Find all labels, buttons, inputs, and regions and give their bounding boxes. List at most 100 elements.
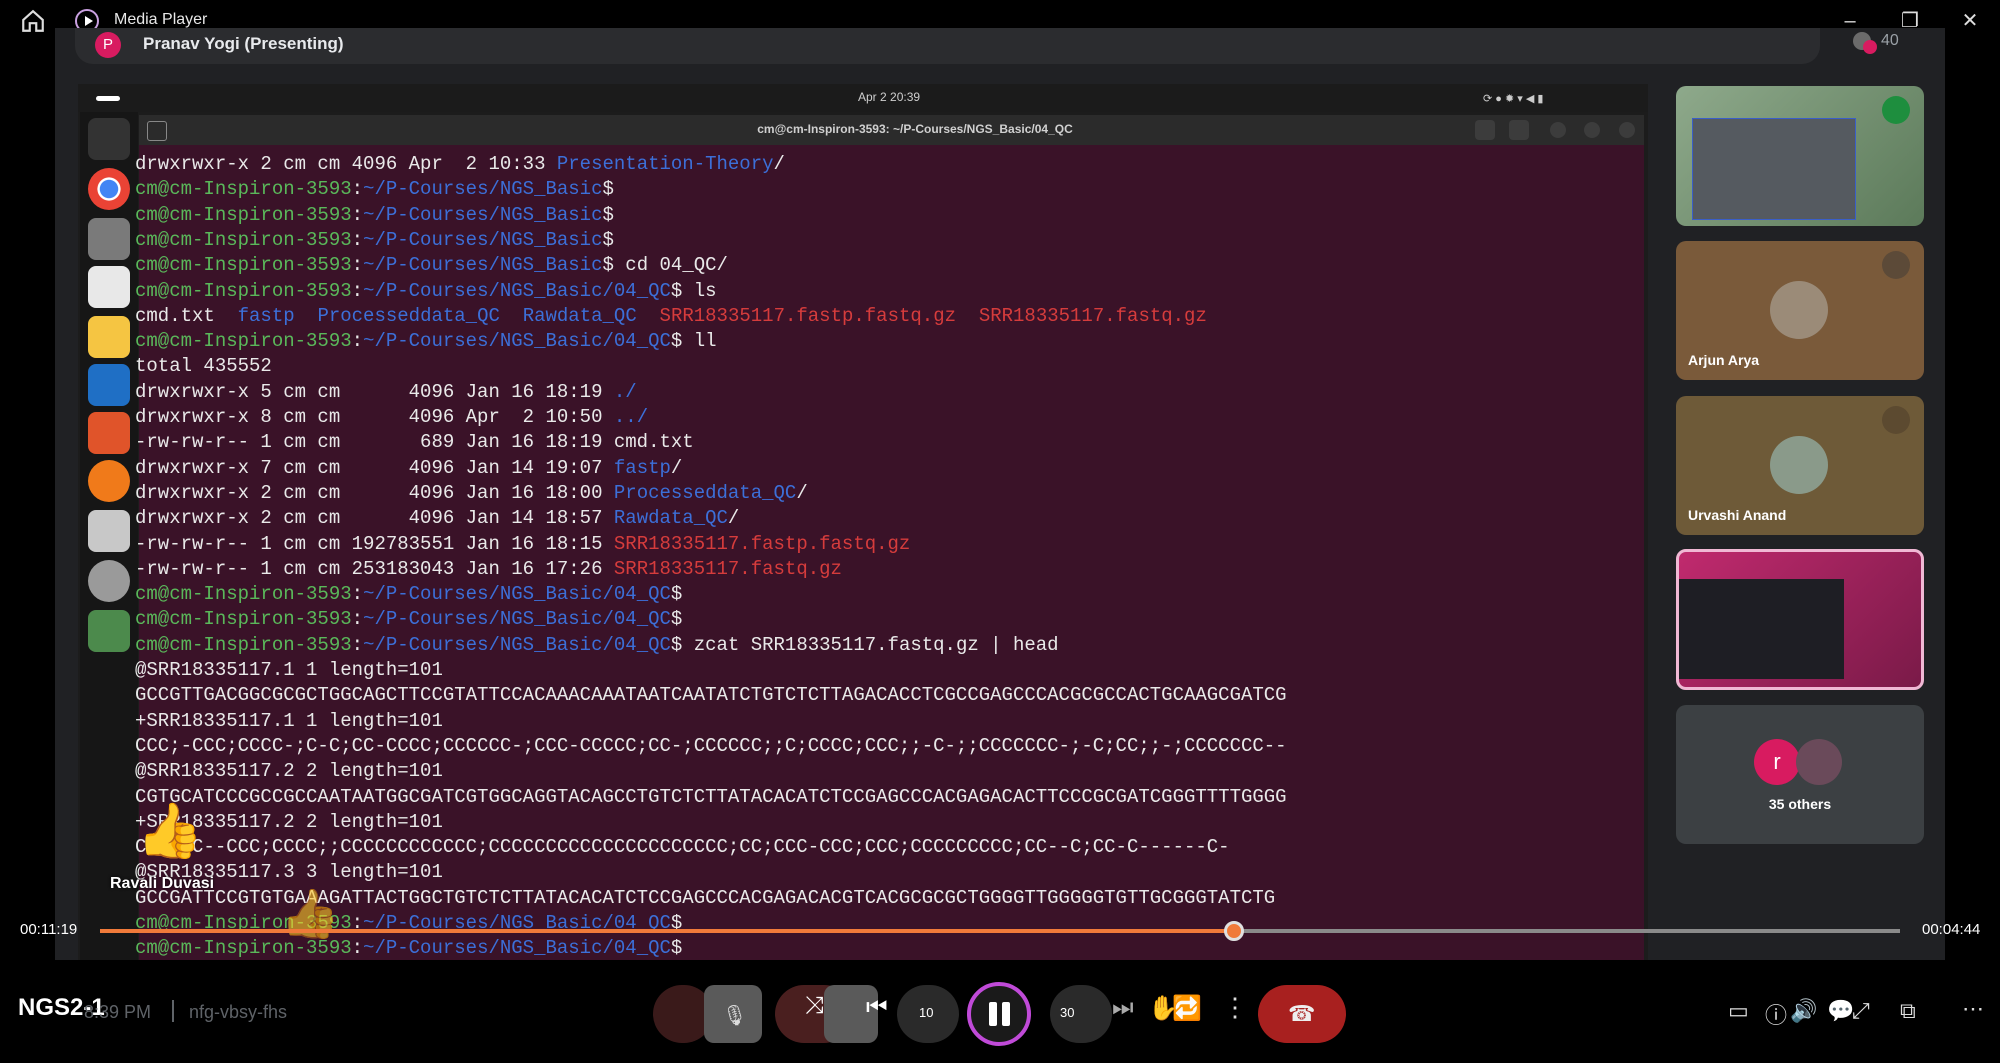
terminal-line: cm@cm-Inspiron-3593:~/P-Courses/NGS_Basi… <box>135 228 614 253</box>
repeat-off-icon[interactable]: 🔁 <box>1172 994 1202 1023</box>
terminal-line: drwxrwxr-x 8 cm cm 4096 Apr 2 10:50 ../ <box>135 405 648 430</box>
participant-tile[interactable]: Urvashi Anand <box>1676 396 1924 535</box>
terminal-text: : <box>351 254 364 277</box>
skip-back-button[interactable]: 10 <box>897 985 959 1043</box>
video-feed <box>1692 118 1856 220</box>
fullscreen-icon[interactable]: ⤢ <box>1852 998 1870 1024</box>
captions-icon[interactable]: ▭ <box>1728 998 1749 1024</box>
terminal-text: drwxrwxr-x 2 cm cm 4096 Apr 2 10:33 <box>135 153 557 175</box>
seek-bar[interactable] <box>100 921 1900 941</box>
terminal-text: @SRR18335117.1 1 length=101 <box>135 659 443 681</box>
participant-tile-speaking[interactable] <box>1676 549 1924 690</box>
info-icon[interactable]: ⓘ <box>1765 998 1787 1030</box>
terminal-text: / <box>670 456 683 479</box>
remaining-time: 00:04:44 <box>1922 921 1981 938</box>
home-icon[interactable] <box>20 8 46 34</box>
terminal-line: @SRR18335117.1 1 length=101 <box>135 658 443 683</box>
terminal-maximize-icon[interactable] <box>1584 122 1600 138</box>
terminal-text: fastp <box>237 304 295 327</box>
terminal-text: $ ls <box>670 279 717 302</box>
terminal-text: / <box>796 481 808 504</box>
others-tile[interactable]: r 35 others <box>1676 705 1924 844</box>
terminal-text: drwxrwxr-x 5 cm cm 4096 Jan 16 18:19 <box>135 380 614 403</box>
software-center-icon[interactable] <box>88 560 130 602</box>
terminal-line: cm@cm-Inspiron-3593:~/P-Courses/NGS_Basi… <box>135 253 728 278</box>
brave-icon[interactable] <box>88 412 130 454</box>
terminal-text: +SRR18335117.1 1 length=101 <box>135 709 443 732</box>
terminal-text: ~/P-Courses/NGS_Basic/04_QC <box>363 937 671 960</box>
terminal-text: : <box>351 279 364 302</box>
close-button[interactable]: ✕ <box>1945 4 1995 38</box>
terminal-text: CCC;-CCC;CCCC-;C-C;CC-CCCC;CCCCCC-;CCC-C… <box>135 734 1287 757</box>
seek-thumb[interactable] <box>1224 921 1244 941</box>
thumbs-up-reaction-icon: 👍 <box>280 888 340 941</box>
terminal-text: : <box>351 228 364 251</box>
elapsed-time: 00:11:19 <box>20 921 78 938</box>
activities-icon[interactable]: ⧉ <box>1900 998 1916 1024</box>
next-icon[interactable]: ⏭ <box>1112 994 1134 1022</box>
shuffle-icon[interactable]: ⤨ <box>805 992 824 1020</box>
terminal-text: @SRR18335117.2 2 length=101 <box>135 760 443 783</box>
reaction-sender: Ravali Duvasi <box>110 875 215 892</box>
seek-progress <box>100 929 1234 933</box>
terminal-text: -rw-rw-r-- 1 cm cm 253183043 Jan 16 17:2… <box>135 557 614 580</box>
leave-call-button[interactable]: ☎ <box>1258 985 1346 1043</box>
more-options-icon[interactable]: ⋮ <box>1222 992 1248 1023</box>
terminal-text: ~/P-Courses/NGS_Basic <box>363 228 603 251</box>
terminal-text: cm@cm-Inspiron-3593 <box>135 633 352 656</box>
terminal-text: -rw-rw-r-- 1 cm cm 192783551 Jan 16 18:1… <box>135 532 614 555</box>
chat-icon[interactable]: 💬 <box>1827 998 1854 1024</box>
participant-count[interactable]: 40 <box>1845 26 1905 60</box>
new-tab-icon[interactable] <box>147 121 167 141</box>
terminal-line: cmd.txt fastp Processeddata_QC Rawdata_Q… <box>135 304 1207 329</box>
terminal-line: cm@cm-Inspiron-3593:~/P-Courses/NGS_Basi… <box>135 582 682 607</box>
terminal-minimize-icon[interactable] <box>1550 122 1566 138</box>
terminal-search-icon[interactable] <box>1475 120 1495 140</box>
trash-icon[interactable] <box>88 610 130 652</box>
mic-toggle-button[interactable]: 🎙 <box>704 985 762 1043</box>
divider <box>172 1000 174 1022</box>
participant-name: Arjun Arya <box>1688 352 1760 368</box>
terminal-text: $ <box>670 937 683 960</box>
terminal-line: drwxrwxr-x 7 cm cm 4096 Jan 14 19:07 fas… <box>135 456 682 481</box>
terminal-text: cm@cm-Inspiron-3593 <box>135 203 352 226</box>
terminal-line: cm@cm-Inspiron-3593:~/P-Courses/NGS_Basi… <box>135 279 717 304</box>
chrome-icon[interactable] <box>88 168 130 210</box>
participant-tile[interactable] <box>1676 86 1924 226</box>
mic-muted-icon <box>1882 406 1910 434</box>
terminal-text: $ <box>602 178 614 201</box>
terminal-menu-icon[interactable] <box>1509 120 1529 140</box>
files-icon[interactable] <box>88 218 130 260</box>
search-icon[interactable] <box>88 510 130 552</box>
terminal-close-icon[interactable] <box>1619 122 1635 138</box>
pause-button[interactable] <box>967 982 1031 1046</box>
terminal-line: drwxrwxr-x 2 cm cm 4096 Jan 14 18:57 Raw… <box>135 506 739 531</box>
avatar <box>1796 739 1842 785</box>
firefox-icon[interactable] <box>88 460 130 502</box>
terminal-text: ./ <box>613 380 637 403</box>
terminal-text: cmd.txt <box>135 304 238 327</box>
meeting-time: 8:39 PM <box>84 1002 152 1022</box>
participant-tile[interactable]: Arjun Arya <box>1676 241 1924 380</box>
terminal-text: CCCCCC--CCC;CCCC;;CCCCCCCCCCCC;CCCCCCCCC… <box>135 836 1230 859</box>
terminal-text: cm@cm-Inspiron-3593 <box>135 330 352 353</box>
terminal-icon[interactable] <box>88 118 130 160</box>
terminal-text: ~/P-Courses/NGS_Basic/04_QC <box>363 330 671 353</box>
terminal-text: ~/P-Courses/NGS_Basic/04_QC <box>363 608 671 631</box>
text-editor-icon[interactable] <box>88 266 130 308</box>
presenter-name: Pranav Yogi (Presenting) <box>143 34 344 53</box>
previous-icon[interactable]: ⏮ <box>866 994 888 1022</box>
participant-count-label: 40 <box>1881 32 1899 49</box>
more-icon[interactable]: ⋯ <box>1962 996 1984 1022</box>
vscode-icon[interactable] <box>88 364 130 406</box>
skip-forward-button[interactable]: 30 <box>1050 985 1112 1043</box>
terminal-text: ~/P-Courses/NGS_Basic/04_QC <box>363 279 671 302</box>
system-tray-icons: ⟳ ● ✹ ▾ ◀ ▮ <box>1483 93 1544 105</box>
volume-icon[interactable]: 🔊 <box>1790 998 1817 1024</box>
notes-icon[interactable] <box>88 316 130 358</box>
terminal-text: SRR18335117.fastp.fastq.gz <box>613 532 911 555</box>
avatar: r <box>1754 739 1800 785</box>
